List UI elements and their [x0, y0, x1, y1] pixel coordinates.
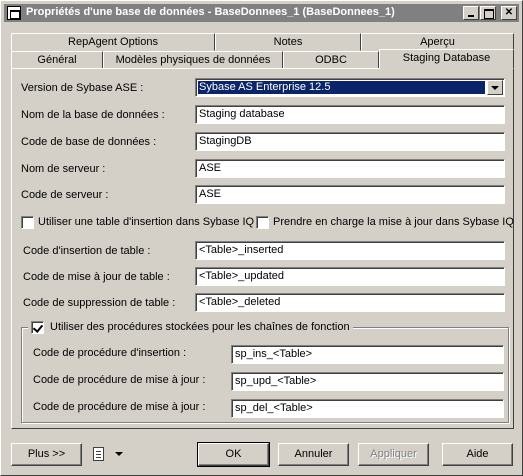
- proc-delete-label: Code de procédure de mise à jour :: [33, 401, 206, 413]
- apply-button[interactable]: Appliquer: [358, 443, 429, 466]
- use-stored-procedures-label[interactable]: Utiliser des procédures stockées pour le…: [50, 321, 350, 333]
- help-button[interactable]: Aide: [442, 443, 513, 466]
- server-name-label: Nom de serveur :: [21, 163, 106, 175]
- group-header: Utiliser des procédures stockées pour le…: [28, 319, 353, 335]
- document-menu-icon: [93, 447, 104, 461]
- dbname-label: Nom de la base de données :: [21, 109, 165, 121]
- minimize-button[interactable]: [463, 6, 479, 20]
- proc-update-field[interactable]: sp_upd_<Table>: [231, 372, 504, 391]
- tab-odbc[interactable]: ODBC: [283, 51, 379, 69]
- delete-code-label: Code de suppression de table :: [23, 297, 176, 309]
- server-code-field[interactable]: ASE: [195, 185, 505, 204]
- tab-repagent-options[interactable]: RepAgent Options: [11, 33, 215, 51]
- proc-insert-field[interactable]: sp_ins_<Table>: [231, 345, 504, 364]
- tab-general[interactable]: Général: [11, 51, 103, 69]
- dbname-field[interactable]: Staging database: [195, 105, 505, 124]
- close-button[interactable]: ✕: [501, 6, 517, 20]
- more-button[interactable]: Plus >>: [11, 443, 82, 466]
- tab-modeles-physiques[interactable]: Modèles physiques de données: [103, 51, 283, 69]
- version-select[interactable]: Sybase AS Enterprise 12.5: [195, 78, 505, 97]
- proc-delete-field[interactable]: sp_del_<Table>: [231, 399, 504, 418]
- chevron-down-icon: [115, 452, 123, 456]
- server-name-field[interactable]: ASE: [195, 159, 505, 178]
- support-update-label[interactable]: Prendre en charge la mise à jour dans Sy…: [273, 216, 514, 228]
- tab-notes[interactable]: Notes: [215, 33, 361, 51]
- maximize-button[interactable]: [480, 6, 496, 20]
- properties-dialog: Propriétés d'une base de données - BaseD…: [0, 0, 523, 476]
- proc-insert-label: Code de procédure d'insertion :: [33, 347, 187, 359]
- window-title: Propriétés d'une base de données - BaseD…: [26, 6, 395, 18]
- version-label: Version de Sybase ASE :: [21, 82, 144, 94]
- use-insert-table-label[interactable]: Utiliser une table d'insertion dans Syba…: [38, 216, 254, 228]
- proc-update-label: Code de procédure de mise à jour :: [33, 374, 206, 386]
- support-update-checkbox[interactable]: [256, 216, 269, 229]
- ok-button[interactable]: OK: [197, 442, 270, 467]
- chevron-down-icon[interactable]: [487, 80, 503, 95]
- cancel-button[interactable]: Annuler: [278, 443, 349, 466]
- title-bar[interactable]: Propriétés d'une base de données - BaseD…: [4, 4, 519, 22]
- update-code-label: Code de mise à jour de table :: [23, 271, 170, 283]
- insert-code-label: Code d'insertion de table :: [23, 245, 151, 257]
- update-code-field[interactable]: <Table>_updated: [195, 267, 505, 286]
- delete-code-field[interactable]: <Table>_deleted: [195, 293, 505, 312]
- dbcode-label: Code de base de données :: [21, 136, 157, 148]
- use-stored-procedures-checkbox[interactable]: [31, 321, 44, 334]
- menu-button[interactable]: [85, 443, 131, 466]
- tab-staging-database[interactable]: Staging Database: [379, 49, 514, 69]
- window-icon: [7, 6, 21, 20]
- insert-code-field[interactable]: <Table>_inserted: [195, 241, 505, 260]
- dbcode-field[interactable]: StagingDB: [195, 132, 505, 151]
- server-code-label: Code de serveur :: [21, 189, 109, 201]
- version-select-value: Sybase AS Enterprise 12.5: [198, 81, 485, 94]
- use-insert-table-checkbox[interactable]: [21, 216, 34, 229]
